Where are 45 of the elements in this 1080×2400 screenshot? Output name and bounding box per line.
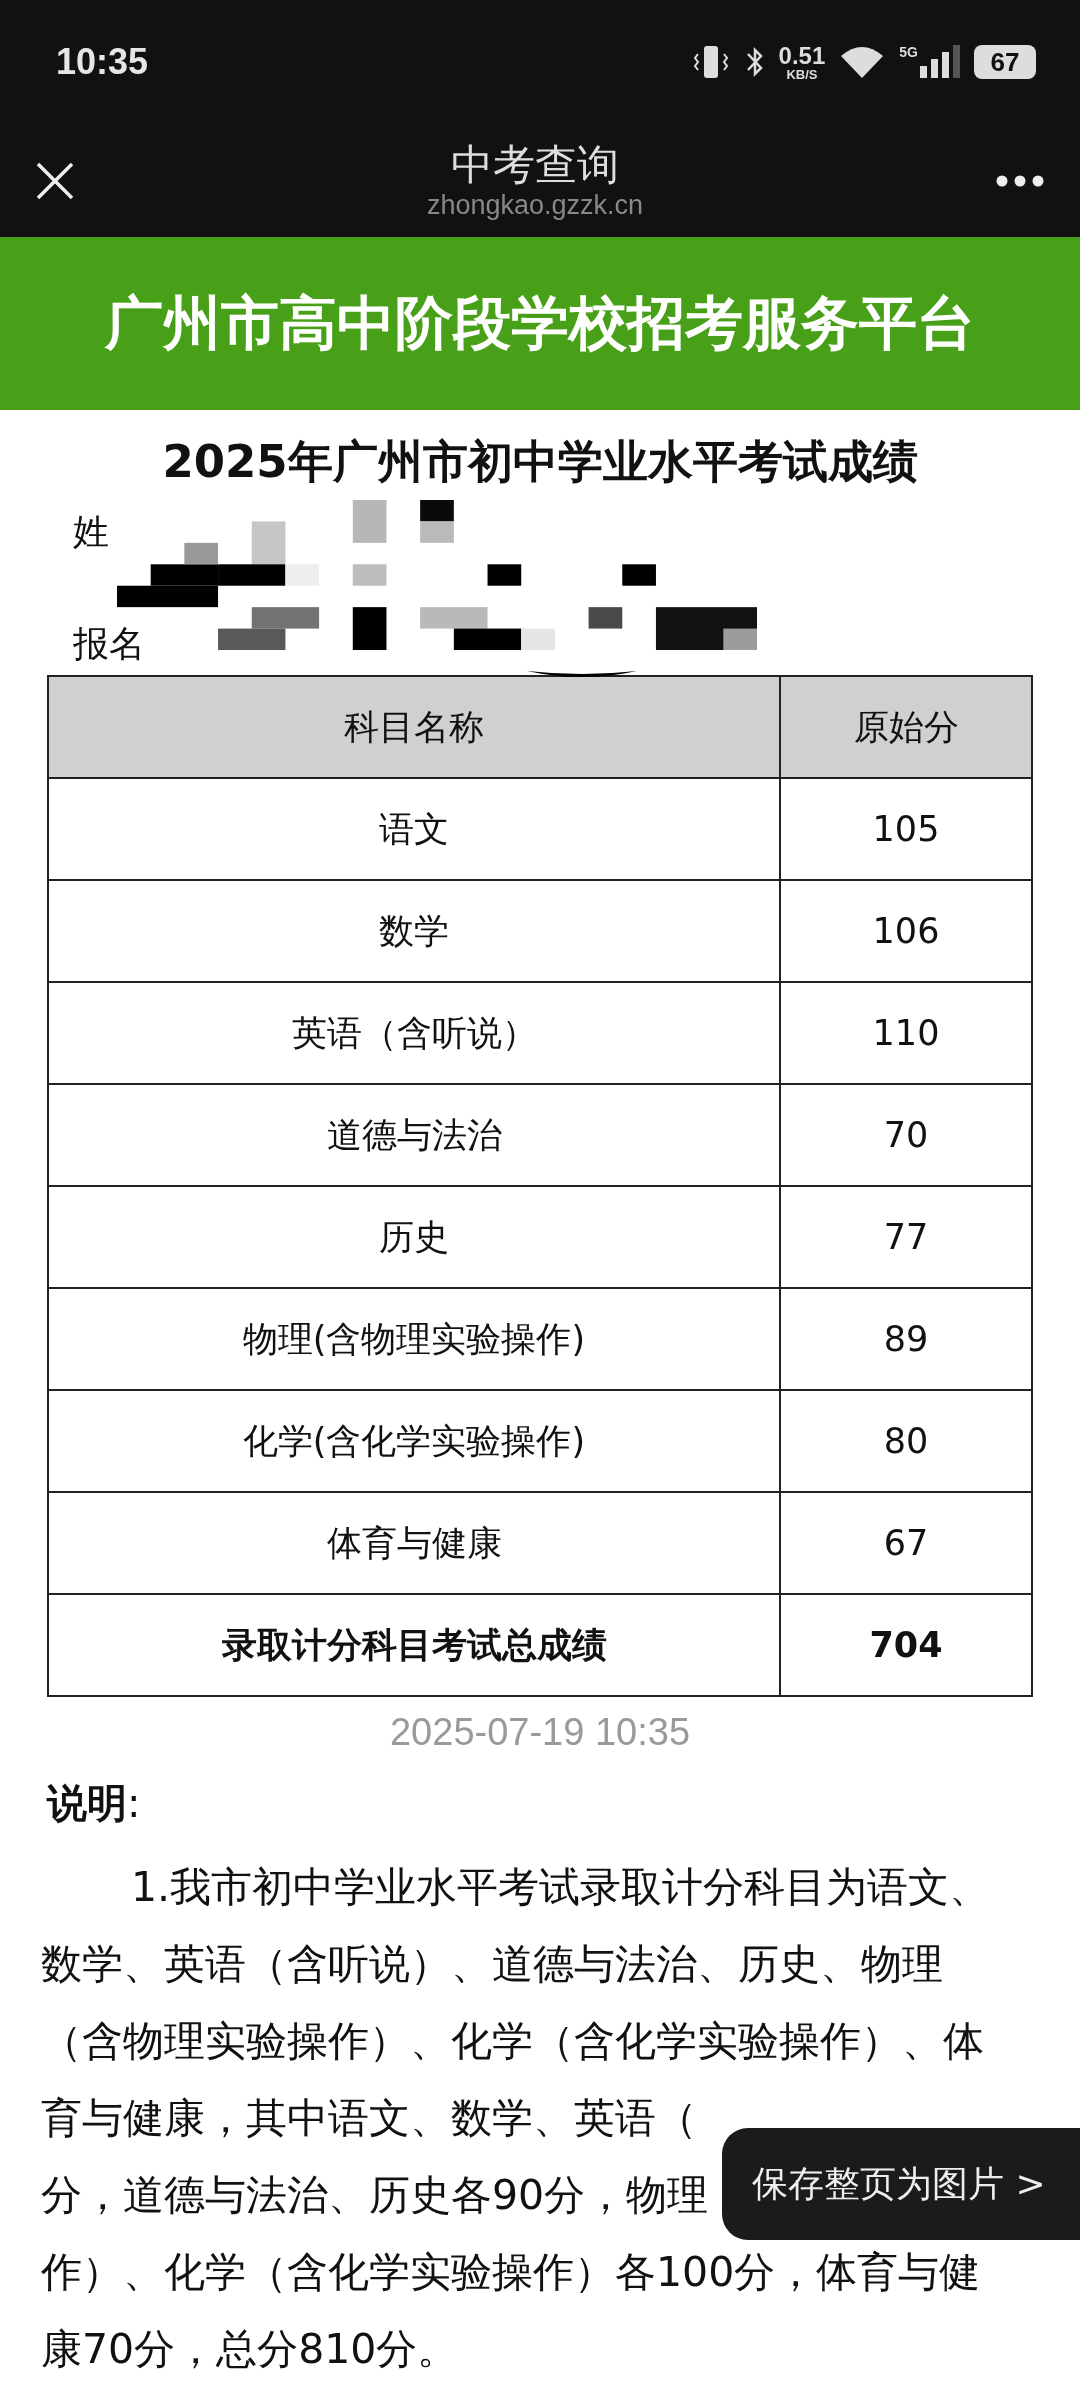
table-cell: 数学 <box>48 880 780 982</box>
table-cell: 体育与健康 <box>48 1492 780 1594</box>
table-cell: 105 <box>780 778 1032 880</box>
notes-text: 康70分，总分810分。 <box>41 2324 459 2375</box>
signal-icon <box>918 44 962 80</box>
table-cell: 80 <box>780 1390 1032 1492</box>
table-cell: 704 <box>780 1594 1032 1696</box>
table-cell: 110 <box>780 982 1032 1084</box>
table-cell: 历史 <box>48 1186 780 1288</box>
save-page-image-button[interactable]: 保存整页为图片 > <box>722 2128 1080 2240</box>
speed-unit: KB/S <box>786 67 818 81</box>
site-title: 广州市高中阶段学校招考服务平台 <box>105 287 975 359</box>
table-cell: 化学(含化学实验操作) <box>48 1390 780 1492</box>
notes-text: 育与健康，其中语文、数学、英语（ <box>41 2093 697 2144</box>
table-cell: 录取计分科目考试总成绩 <box>48 1594 780 1696</box>
column-header: 原始分 <box>780 676 1032 778</box>
table-cell: 道德与法治 <box>48 1084 780 1186</box>
table-cell: 106 <box>780 880 1032 982</box>
table-cell: 物理(含物理实验操作) <box>48 1288 780 1390</box>
table-cell: 89 <box>780 1288 1032 1390</box>
close-icon[interactable] <box>35 160 75 201</box>
page-title: 中考查询 <box>451 139 619 191</box>
table-cell: 67 <box>780 1492 1032 1594</box>
notes-text: 分，道德与法治、历史各90分，物理 <box>41 2170 709 2221</box>
notes-text: 作）、化学（含化学实验操作）各100分，体育与健 <box>41 2247 981 2298</box>
notes-text: 数学、英语（含听说）、道德与法治、历史、物理 <box>41 1939 943 1990</box>
network-type: 5G <box>899 44 918 60</box>
page-url: zhongkao.gzzk.cn <box>426 190 644 222</box>
table-cell: 英语（含听说） <box>48 982 780 1084</box>
info-label: 报名 <box>73 622 145 666</box>
report-title: 2025年广州市初中学业水平考试成绩 <box>161 434 919 490</box>
timestamp: 2025-07-19 10:35 <box>389 1711 691 1754</box>
colon: : <box>127 1780 141 1826</box>
notes-text: 1.我市初中学业水平考试录取计分科目为语文、 <box>131 1862 991 1913</box>
network-speed: 0.51 <box>778 43 826 68</box>
notes-text: （含物理实验操作）、化学（含化学实验操作）、体 <box>41 2016 984 2067</box>
column-header: 科目名称 <box>48 676 780 778</box>
more-icon[interactable] <box>995 173 1045 188</box>
table-cell: 77 <box>780 1186 1032 1288</box>
battery-level: 67 <box>990 46 1020 78</box>
notes-heading: 说明 <box>47 1780 127 1826</box>
table-cell: 语文 <box>48 778 780 880</box>
status-time: 10:35 <box>56 41 149 83</box>
info-label: 姓 <box>73 510 109 554</box>
table-cell: 70 <box>780 1084 1032 1186</box>
